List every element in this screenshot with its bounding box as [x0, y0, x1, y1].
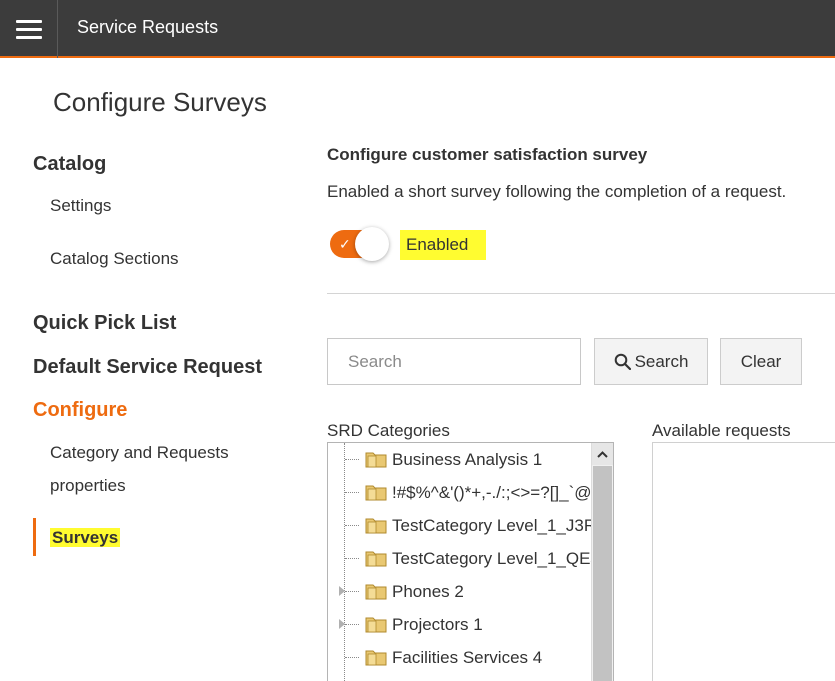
tree-item[interactable]: TestCategory Level_1_QEJF: [328, 542, 609, 575]
tree-item-label: Projectors 1: [392, 614, 483, 634]
available-requests-list[interactable]: [652, 442, 835, 681]
chevron-up-icon: [597, 450, 608, 458]
folder-icon: [365, 485, 387, 501]
tree-item[interactable]: !#$%^&'()*+,-./:;<>=?[]_`@\: [328, 476, 596, 509]
scroll-up-button[interactable]: [592, 443, 613, 465]
survey-heading: Configure customer satisfaction survey: [327, 145, 648, 164]
tree-item-label: Phones 2: [392, 581, 464, 601]
survey-enabled-toggle[interactable]: ✓: [330, 227, 389, 261]
folder-icon: [365, 551, 387, 567]
tree-item-label: TestCategory Level_1_J3RH: [392, 515, 609, 535]
tree-item-partial[interactable]: [328, 674, 590, 681]
folder-icon: [365, 584, 387, 600]
tree-item-label: !#$%^&'()*+,-./:;<>=?[]_`@\: [392, 482, 597, 502]
tree-item-label: Facilities Services 4: [392, 647, 543, 667]
nav-heading-default-service-request[interactable]: Default Service Request: [33, 354, 262, 380]
toggle-label: Enabled: [400, 230, 487, 260]
tree-item[interactable]: Business Analysis 1: [328, 443, 590, 476]
srd-categories-tree[interactable]: Business Analysis 1 !#$%^&'()*+,-./:;<>=…: [327, 442, 614, 681]
tree-item[interactable]: Facilities Services 4: [328, 641, 590, 674]
nav-item-catalog-sections[interactable]: Catalog Sections: [50, 242, 179, 275]
page-title: Configure Surveys: [53, 87, 267, 117]
nav-item-settings[interactable]: Settings: [50, 189, 111, 222]
folder-icon: [365, 617, 387, 633]
survey-description: Enabled a short survey following the com…: [327, 182, 787, 201]
expand-arrow-icon[interactable]: [339, 619, 345, 629]
tree-item-label: TestCategory Level_1_QEJF: [392, 548, 610, 568]
toggle-knob[interactable]: [355, 227, 389, 261]
nav-item-surveys-label: Surveys: [50, 528, 121, 547]
top-bar-divider: [57, 0, 58, 58]
nav-selected-indicator: [33, 518, 36, 556]
nav-item-surveys[interactable]: Surveys: [50, 521, 121, 554]
tree-scrollbar[interactable]: [591, 443, 613, 681]
checkmark-icon: ✓: [339, 236, 351, 252]
available-requests-label: Available requests: [652, 421, 791, 440]
nav-heading-configure[interactable]: Configure: [33, 397, 127, 423]
hamburger-menu-icon[interactable]: [0, 0, 58, 58]
section-divider: [327, 293, 835, 294]
tree-item[interactable]: TestCategory Level_1_J3RH: [328, 509, 608, 542]
nav-item-category-and-requests-properties[interactable]: Category and Requests properties: [50, 436, 270, 502]
search-button[interactable]: Search: [594, 338, 708, 385]
srd-categories-label: SRD Categories: [327, 421, 450, 440]
expand-arrow-icon[interactable]: [339, 586, 345, 596]
search-button-label: Search: [634, 351, 689, 371]
search-input[interactable]: [327, 338, 581, 385]
clear-button[interactable]: Clear: [720, 338, 802, 385]
tree-item-label: Business Analysis 1: [392, 449, 543, 469]
scroll-thumb[interactable]: [593, 466, 612, 681]
tree-item[interactable]: Phones 2: [328, 575, 590, 608]
search-icon: [614, 353, 631, 370]
folder-icon: [365, 518, 387, 534]
top-bar: Service Requests: [0, 0, 835, 58]
app-title: Service Requests: [77, 17, 219, 37]
nav-heading-catalog[interactable]: Catalog: [33, 151, 106, 177]
folder-icon: [365, 452, 387, 468]
nav-heading-quick-pick-list[interactable]: Quick Pick List: [33, 310, 176, 336]
tree-item[interactable]: Projectors 1: [328, 608, 590, 641]
folder-icon: [365, 650, 387, 666]
